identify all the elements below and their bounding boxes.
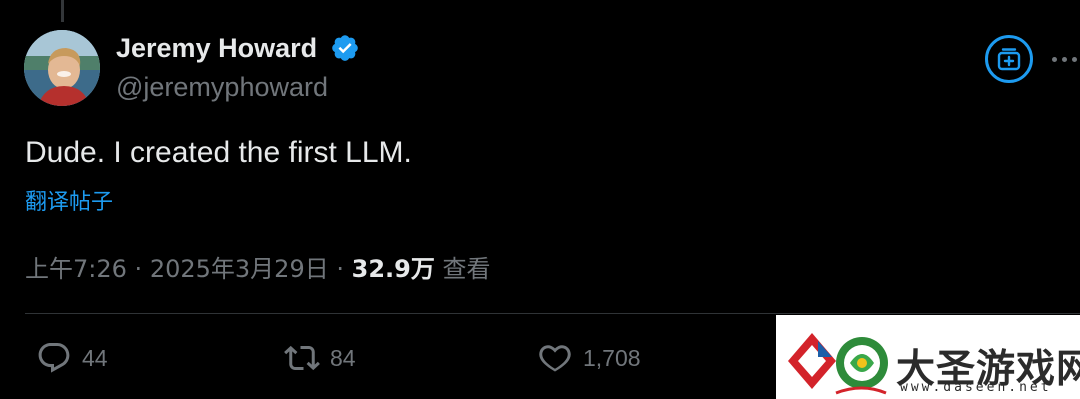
repost-icon bbox=[284, 345, 320, 371]
divider bbox=[25, 313, 1080, 314]
meta-separator: · bbox=[336, 255, 344, 283]
watermark-overlay: 大圣游戏网 www.daseen.net bbox=[776, 315, 1080, 399]
repost-count: 84 bbox=[330, 344, 356, 371]
translate-post-link[interactable]: 翻译帖子 bbox=[25, 184, 113, 216]
display-name[interactable]: Jeremy Howard bbox=[116, 33, 317, 64]
meta-separator: · bbox=[134, 255, 143, 283]
watermark-logo-icon bbox=[788, 333, 888, 395]
like-button[interactable]: 1,708 bbox=[537, 340, 641, 376]
tweet-date[interactable]: 2025年3月29日 bbox=[150, 255, 329, 283]
thread-line bbox=[61, 0, 64, 22]
author-handle[interactable]: @jeremyphoward bbox=[116, 72, 328, 103]
tweet-meta: 上午7:26 · 2025年3月29日 · 32.9万 查看 bbox=[25, 249, 491, 284]
more-icon bbox=[1062, 56, 1067, 62]
repost-button[interactable]: 84 bbox=[284, 340, 356, 376]
more-icon bbox=[1052, 56, 1057, 62]
reply-button[interactable]: 44 bbox=[36, 340, 108, 376]
reply-icon bbox=[38, 343, 70, 373]
views-label: 查看 bbox=[442, 255, 491, 283]
grok-button[interactable] bbox=[985, 35, 1033, 83]
tweet-text: Dude. I created the first LLM. bbox=[25, 136, 412, 169]
more-button[interactable] bbox=[1052, 44, 1080, 74]
heart-icon bbox=[539, 345, 571, 372]
views-count: 32.9万 bbox=[351, 255, 435, 283]
reply-count: 44 bbox=[82, 344, 108, 371]
verified-badge-icon bbox=[330, 33, 360, 63]
tweet-time[interactable]: 上午7:26 bbox=[25, 255, 127, 283]
watermark-url: www.daseen.net bbox=[900, 380, 1052, 395]
avatar[interactable] bbox=[24, 30, 100, 106]
like-count: 1,708 bbox=[583, 344, 641, 371]
more-icon bbox=[1072, 56, 1077, 62]
grok-icon bbox=[997, 48, 1021, 71]
avatar-image bbox=[24, 30, 100, 106]
